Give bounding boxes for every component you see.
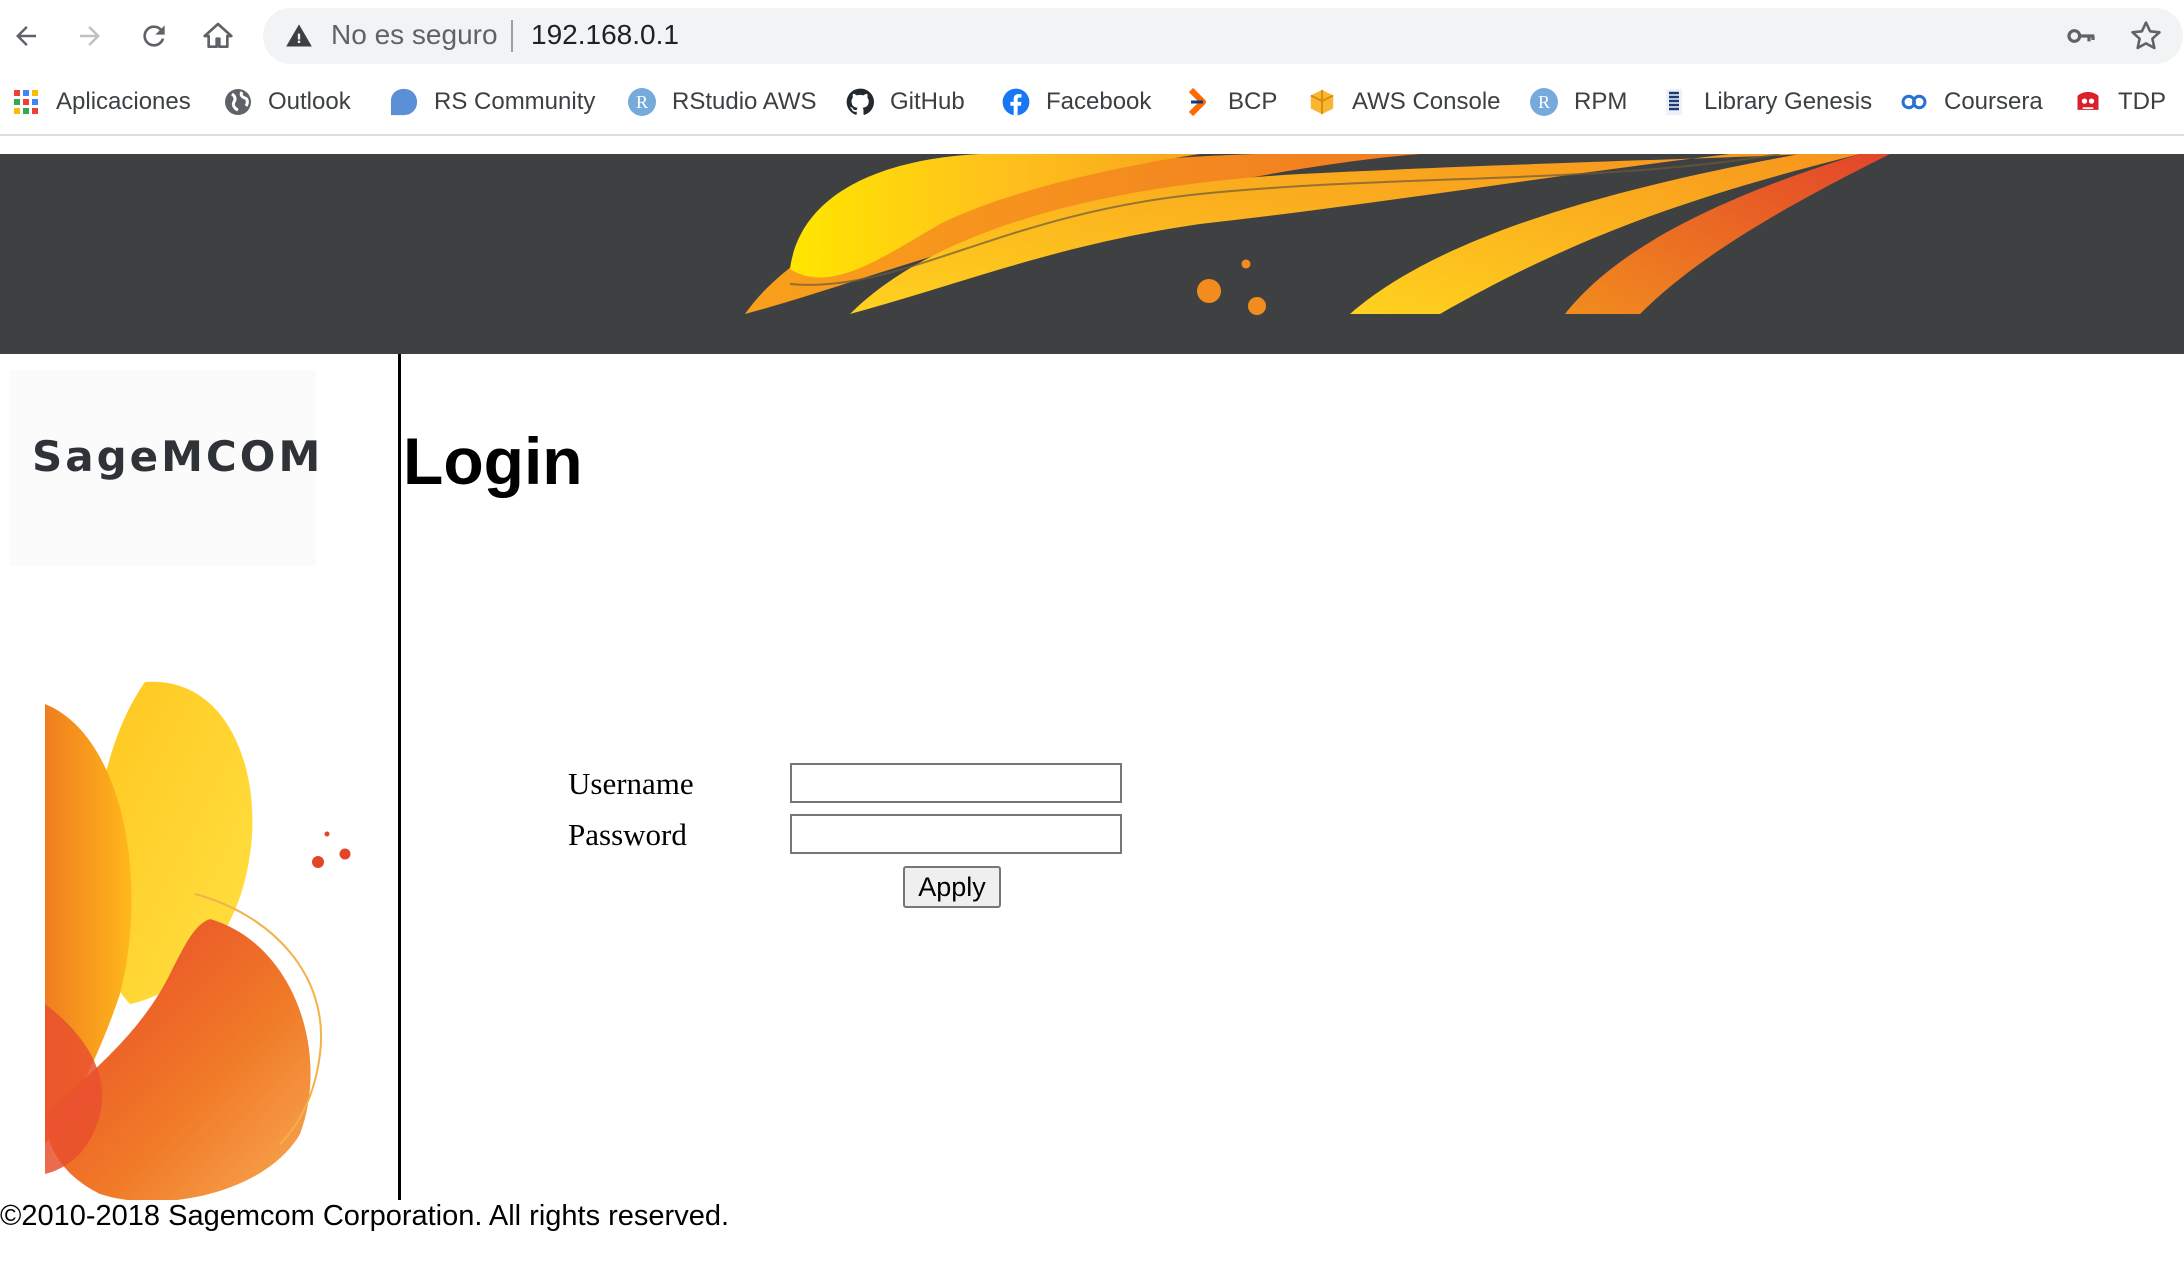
bookmark-rs-community[interactable]: RS Community bbox=[390, 82, 595, 122]
address-bar[interactable]: No es seguro 192.168.0.1 bbox=[263, 8, 2183, 64]
rpm-icon: R bbox=[1530, 88, 1558, 116]
password-input[interactable] bbox=[790, 814, 1122, 854]
key-icon[interactable] bbox=[2063, 20, 2099, 52]
vertical-divider bbox=[398, 354, 401, 1200]
back-arrow-icon bbox=[16, 26, 36, 46]
decorative-petal-graphic bbox=[45, 681, 351, 1202]
username-input[interactable] bbox=[790, 763, 1122, 803]
bookmark-label: TDP bbox=[2118, 88, 2166, 115]
coursera-icon bbox=[1900, 88, 1928, 116]
bookmark-rpm[interactable]: R RPM bbox=[1530, 82, 1627, 122]
bcp-icon bbox=[1184, 88, 1212, 116]
home-icon bbox=[203, 22, 233, 48]
aws-icon bbox=[1308, 88, 1336, 116]
header-banner bbox=[0, 154, 2184, 354]
username-label: Username bbox=[568, 766, 694, 801]
bookmark-aplicaciones[interactable]: Aplicaciones bbox=[12, 82, 191, 122]
tdp-icon bbox=[2074, 88, 2102, 116]
bookmark-tdp[interactable]: TDP bbox=[2074, 82, 2166, 122]
bookmark-label: RPM bbox=[1574, 88, 1628, 115]
bookmark-coursera[interactable]: Coursera bbox=[1900, 82, 2043, 122]
security-status-label[interactable]: No es seguro bbox=[331, 19, 498, 51]
copyright-footer: ©2010-2018 Sagemcom Corporation. All rig… bbox=[0, 1200, 730, 1232]
browser-toolbar: No es seguro 192.168.0.1 bbox=[0, 0, 2184, 72]
bookmark-label: Coursera bbox=[1944, 88, 2043, 115]
bookmark-label: GitHub bbox=[890, 88, 965, 115]
warning-icon[interactable] bbox=[285, 22, 313, 50]
bookmark-label: Outlook bbox=[268, 88, 351, 115]
password-label: Password bbox=[568, 817, 687, 852]
bookmark-facebook[interactable]: Facebook bbox=[1002, 82, 1151, 122]
address-separator bbox=[511, 20, 513, 52]
back-button[interactable] bbox=[6, 16, 46, 56]
bookmark-label: Library Genesis bbox=[1704, 88, 1873, 115]
bookmark-label: Aplicaciones bbox=[56, 88, 191, 115]
bookmark-library-genesis[interactable]: Library Genesis bbox=[1660, 82, 1872, 122]
page-title: Login bbox=[403, 424, 583, 498]
library-genesis-icon bbox=[1660, 88, 1688, 116]
bookmark-rstudio-aws[interactable]: R RStudio AWS bbox=[628, 82, 817, 122]
reload-icon bbox=[143, 25, 165, 47]
home-button[interactable] bbox=[198, 16, 238, 56]
globe-icon bbox=[224, 88, 252, 116]
rstudio-icon: R bbox=[628, 88, 656, 116]
star-bookmark-icon[interactable] bbox=[2129, 19, 2163, 53]
bookmarks-bar: Aplicaciones Outlook RS Community R RStu… bbox=[0, 72, 2184, 136]
bookmark-label: RStudio AWS bbox=[672, 88, 817, 115]
github-icon bbox=[846, 88, 874, 116]
left-decoration-panel bbox=[0, 354, 398, 1202]
bookmark-label: RS Community bbox=[434, 88, 596, 115]
url-text[interactable]: 192.168.0.1 bbox=[531, 19, 679, 51]
bookmark-bcp[interactable]: BCP bbox=[1184, 82, 1277, 122]
reload-button[interactable] bbox=[134, 16, 174, 56]
bookmark-label: BCP bbox=[1228, 88, 1278, 115]
bookmark-outlook[interactable]: Outlook bbox=[224, 82, 351, 122]
bookmark-label: AWS Console bbox=[1352, 88, 1501, 115]
bookmark-aws-console[interactable]: AWS Console bbox=[1308, 82, 1501, 122]
bookmark-label: Facebook bbox=[1046, 88, 1152, 115]
rs-community-icon bbox=[390, 88, 418, 116]
forward-button[interactable] bbox=[70, 16, 110, 56]
forward-arrow-icon bbox=[80, 26, 100, 46]
facebook-icon bbox=[1002, 88, 1030, 116]
apps-grid-icon bbox=[12, 88, 40, 116]
bookmark-github[interactable]: GitHub bbox=[846, 82, 965, 122]
banner-swoosh-graphic bbox=[745, 154, 1890, 315]
apply-button[interactable]: Apply bbox=[903, 866, 1001, 908]
